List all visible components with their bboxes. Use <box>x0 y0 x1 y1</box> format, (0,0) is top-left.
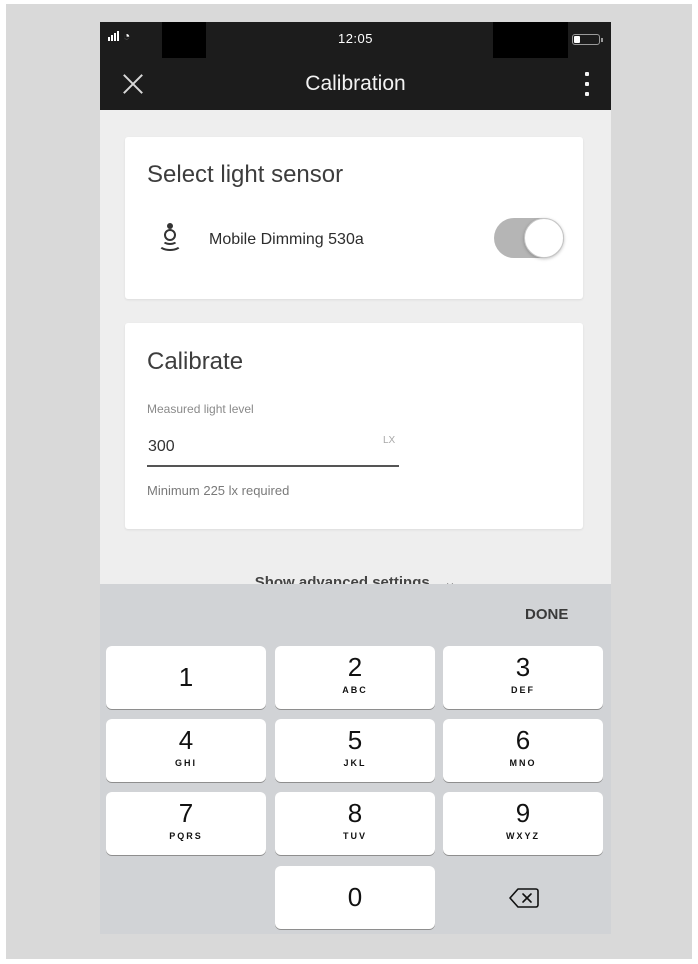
done-button[interactable]: DONE <box>525 606 568 623</box>
light-level-helper: Minimum 225 lx required <box>147 483 290 498</box>
status-bar: ◔ 12:05 <box>100 22 611 58</box>
backspace-icon <box>509 888 539 908</box>
key-letters: GHI <box>174 758 197 768</box>
key-letters: WXYZ <box>506 831 540 841</box>
key-1[interactable]: 1 <box>106 646 266 709</box>
key-digit: 8 <box>347 798 363 828</box>
key-digit: 4 <box>178 725 194 755</box>
key-digit: 2 <box>347 652 363 682</box>
phone-screen: ◔ 12:05 Calibration Select light sensor … <box>100 22 611 934</box>
key-0[interactable]: 0 <box>275 866 435 929</box>
key-digit: 3 <box>515 652 531 682</box>
more-vertical-icon[interactable] <box>580 70 594 98</box>
numeric-keyboard: DONE 1 2 ABC 3 DEF 4 GHI 5 JKL 6 MNO 7 P… <box>100 584 611 934</box>
light-sensor-icon <box>158 223 182 255</box>
app-bar: Calibration <box>100 58 611 110</box>
key-7[interactable]: 7 PQRS <box>106 792 266 855</box>
key-9[interactable]: 9 WXYZ <box>443 792 603 855</box>
key-2[interactable]: 2 ABC <box>275 646 435 709</box>
light-level-label: Measured light level <box>147 402 254 416</box>
key-5[interactable]: 5 JKL <box>275 719 435 782</box>
backspace-key[interactable] <box>443 866 603 929</box>
key-letters: MNO <box>509 758 537 768</box>
light-level-unit: LX <box>383 435 396 446</box>
page-title: Calibration <box>305 72 406 95</box>
key-letters: DEF <box>511 685 535 695</box>
toggle-knob <box>524 218 564 258</box>
key-6[interactable]: 6 MNO <box>443 719 603 782</box>
key-digit: 9 <box>515 798 531 828</box>
key-3[interactable]: 3 DEF <box>443 646 603 709</box>
key-digit: 6 <box>515 725 531 755</box>
sensor-name: Mobile Dimming 530a <box>209 231 364 248</box>
redaction-block <box>493 22 568 58</box>
battery-icon <box>572 34 603 45</box>
key-digit: 7 <box>178 798 194 828</box>
key-digit: 1 <box>178 662 194 692</box>
sensor-toggle[interactable] <box>494 218 564 258</box>
key-letters: ABC <box>342 685 368 695</box>
calibrate-card: Calibrate Measured light level LX Minimu… <box>125 323 583 529</box>
key-digit: 5 <box>347 725 363 755</box>
key-letters: PQRS <box>169 831 203 841</box>
sensor-card: Select light sensor Mobile Dimming 530a <box>125 137 583 299</box>
calibrate-card-title: Calibrate <box>147 348 244 375</box>
key-letters: JKL <box>343 758 367 768</box>
sensor-card-title: Select light sensor <box>147 161 344 188</box>
key-digit: 0 <box>347 882 363 912</box>
key-8[interactable]: 8 TUV <box>275 792 435 855</box>
key-letters: TUV <box>343 831 367 841</box>
key-4[interactable]: 4 GHI <box>106 719 266 782</box>
light-level-input[interactable] <box>147 431 399 467</box>
